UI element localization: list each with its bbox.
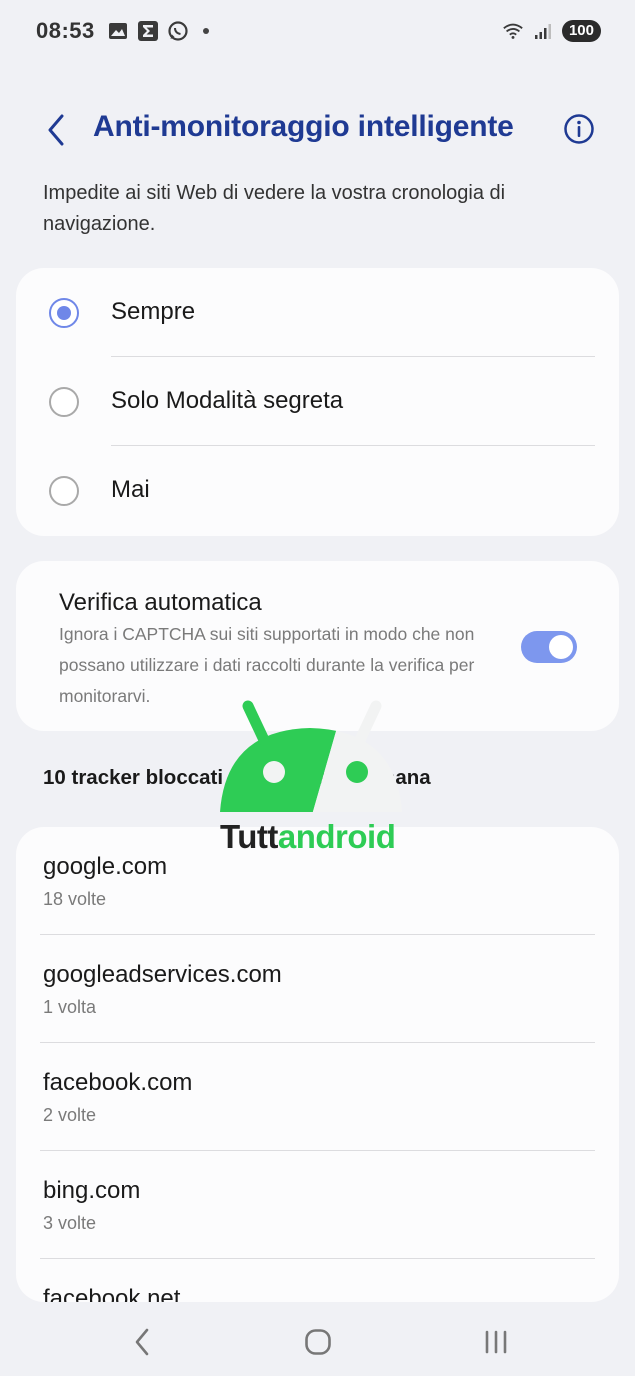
- radio-button[interactable]: [49, 476, 79, 506]
- battery-icon: 100: [561, 20, 601, 42]
- nav-recents-button[interactable]: [476, 1324, 516, 1360]
- tracker-list-item[interactable]: google.com 18 volte: [16, 827, 619, 935]
- tracker-count: 18 volte: [43, 889, 107, 909]
- signal-icon: [532, 20, 554, 42]
- back-button[interactable]: [38, 110, 74, 150]
- option-solo-modalita-segreta[interactable]: Solo Modalità segreta: [16, 357, 619, 446]
- notification-dot-icon: [203, 28, 209, 34]
- tracker-list-item[interactable]: googleadservices.com 1 volta: [16, 935, 619, 1043]
- status-icons-right: 100: [502, 20, 601, 42]
- status-icons-left: [107, 20, 209, 42]
- auto-verify-toggle[interactable]: [521, 631, 577, 663]
- sigma-app-icon: [137, 20, 159, 42]
- info-circle-icon: [564, 114, 594, 144]
- tracker-count: 2 volte: [43, 1105, 97, 1125]
- recents-nav-icon: [485, 1330, 507, 1354]
- wifi-icon: [502, 20, 524, 42]
- chevron-left-icon: [48, 114, 64, 146]
- tracker-domain: google.com: [43, 853, 168, 880]
- radio-button[interactable]: [49, 387, 79, 417]
- nav-home-button[interactable]: [298, 1324, 338, 1360]
- page-description: Impedite ai siti Web di vedere la vostra…: [43, 182, 506, 235]
- navigation-bar: [0, 1306, 635, 1376]
- tracker-list-item[interactable]: bing.com 3 volte: [16, 1151, 619, 1259]
- image-icon: [107, 20, 129, 42]
- tracker-domain: googleadservices.com: [43, 961, 282, 988]
- back-nav-icon: [135, 1328, 149, 1356]
- nav-back-button[interactable]: [122, 1324, 162, 1360]
- toggle-knob: [549, 635, 573, 659]
- tracker-list-item[interactable]: facebook.com 2 volte: [16, 1043, 619, 1151]
- status-bar: 08:53 100: [0, 0, 635, 64]
- trackers-list-card: google.com 18 volte googleadservices.com…: [16, 827, 619, 1302]
- option-sempre[interactable]: Sempre: [16, 268, 619, 357]
- app-header: Anti-monitoraggio intelligente: [0, 100, 635, 160]
- auto-verify-title: Verifica automatica: [59, 589, 262, 616]
- option-label: Mai: [111, 476, 150, 503]
- tracker-count: 3 volte: [43, 1213, 97, 1233]
- radio-button-selected[interactable]: [49, 298, 79, 328]
- page-title: Anti-monitoraggio intelligente: [93, 110, 514, 143]
- tracker-count: 1 volta: [43, 997, 97, 1017]
- home-nav-icon: [305, 1329, 331, 1355]
- tracker-list-item[interactable]: facebook.net: [16, 1259, 619, 1302]
- option-mai[interactable]: Mai: [16, 446, 619, 535]
- info-button[interactable]: [563, 113, 595, 145]
- tracking-mode-card: Sempre Solo Modalità segreta Mai: [16, 268, 619, 536]
- tracker-domain: bing.com: [43, 1177, 141, 1204]
- auto-verify-description: Ignora i CAPTCHA sui siti supportati in …: [59, 624, 475, 706]
- auto-verify-card[interactable]: Verifica automatica Ignora i CAPTCHA sui…: [16, 561, 619, 731]
- whatsapp-icon: [167, 20, 189, 42]
- trackers-section-header: 10 tracker bloccati nell'ultima settiman…: [43, 766, 431, 789]
- option-label: Solo Modalità segreta: [111, 387, 344, 414]
- tracker-domain: facebook.net: [43, 1285, 181, 1302]
- tracker-domain: facebook.com: [43, 1069, 193, 1096]
- status-time: 08:53: [36, 18, 95, 43]
- option-label: Sempre: [111, 298, 196, 325]
